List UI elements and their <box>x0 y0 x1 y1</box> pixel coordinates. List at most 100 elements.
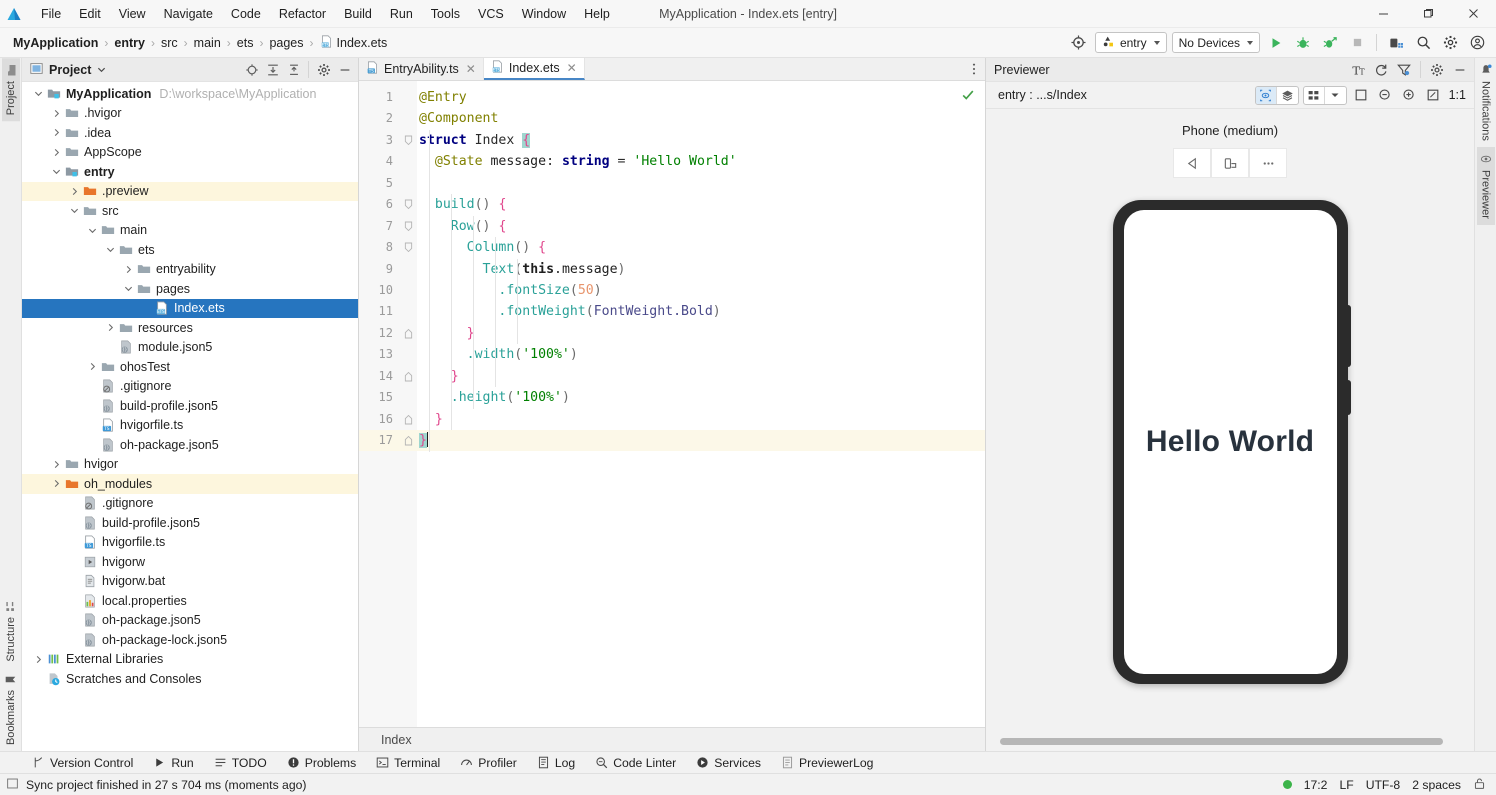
tree-item--idea[interactable]: .idea <box>22 123 358 143</box>
fold-toggle-icon[interactable] <box>399 323 417 344</box>
fold-toggle-icon[interactable] <box>399 237 417 258</box>
inspector-icon[interactable] <box>1256 87 1277 104</box>
select-opened-file-icon[interactable] <box>242 60 261 79</box>
tree-item-build-profile-json5[interactable]: {}build-profile.json5 <box>22 396 358 416</box>
tree-item-build-profile-json5[interactable]: {}build-profile.json5 <box>22 513 358 533</box>
tree-item-hvigor[interactable]: hvigor <box>22 455 358 475</box>
run-configuration-selector[interactable]: entry <box>1095 32 1167 53</box>
phone-screen[interactable]: Hello World <box>1124 210 1337 674</box>
tree-item-index-ets[interactable]: ETSIndex.ets <box>22 299 358 319</box>
tree-item-oh-package-json5[interactable]: {}oh-package.json5 <box>22 611 358 631</box>
rotate-icon[interactable] <box>1423 85 1443 105</box>
sidebar-tab-notifications[interactable]: Notifications <box>1477 58 1495 147</box>
settings-icon[interactable] <box>314 60 333 79</box>
device-manager-icon[interactable] <box>1385 32 1407 54</box>
tool-window-problems[interactable]: Problems <box>277 752 366 774</box>
fold-toggle-icon[interactable] <box>399 366 417 387</box>
line-separator[interactable]: LF <box>1339 778 1353 792</box>
hide-panel-icon[interactable] <box>1450 60 1470 80</box>
sidebar-tab-structure[interactable]: Structure <box>2 595 20 668</box>
tree-item-src[interactable]: src <box>22 201 358 221</box>
scrollbar-thumb[interactable] <box>1000 738 1443 745</box>
tree-item-oh-modules[interactable]: oh_modules <box>22 474 358 494</box>
minimize-button[interactable] <box>1361 0 1406 28</box>
refresh-icon[interactable] <box>1371 60 1391 80</box>
code-line[interactable]: } <box>417 409 985 430</box>
chevron-down-icon[interactable] <box>1325 87 1346 104</box>
code-line[interactable]: } <box>417 323 985 344</box>
breadcrumb-main[interactable]: main <box>191 35 224 51</box>
sidebar-tab-project[interactable]: Project <box>2 58 20 121</box>
breadcrumb-file[interactable]: ETS Index.ets <box>317 34 391 52</box>
zoom-in-icon[interactable] <box>1399 85 1419 105</box>
close-tab-icon[interactable]: ✕ <box>466 62 476 76</box>
tree-item-appscope[interactable]: AppScope <box>22 143 358 163</box>
menu-help[interactable]: Help <box>575 3 619 25</box>
close-tab-icon[interactable]: ✕ <box>567 61 577 75</box>
code-line[interactable]: @Component <box>417 108 985 129</box>
hide-panel-icon[interactable] <box>335 60 354 79</box>
code-line[interactable]: .fontSize(50) <box>417 280 985 301</box>
fit-icon[interactable] <box>1351 85 1371 105</box>
tree-item-resources[interactable]: resources <box>22 318 358 338</box>
tree-item-local-properties[interactable]: local.properties <box>22 591 358 611</box>
menu-code[interactable]: Code <box>222 3 270 25</box>
menu-run[interactable]: Run <box>381 3 422 25</box>
menu-navigate[interactable]: Navigate <box>155 3 222 25</box>
chevron-down-icon[interactable] <box>104 245 117 254</box>
tree-item-external-libraries[interactable]: External Libraries <box>22 650 358 670</box>
settings-icon[interactable] <box>1439 32 1461 54</box>
breadcrumb-src[interactable]: src <box>158 35 181 51</box>
file-encoding[interactable]: UTF-8 <box>1366 778 1401 792</box>
menu-view[interactable]: View <box>110 3 155 25</box>
chevron-right-icon[interactable] <box>50 479 63 488</box>
tool-window-profiler[interactable]: Profiler <box>450 752 527 774</box>
font-size-icon[interactable]: TT <box>1348 60 1368 80</box>
tree-item-hvigorfile-ts[interactable]: TShvigorfile.ts <box>22 416 358 436</box>
breadcrumb-pages[interactable]: pages <box>266 35 306 51</box>
editor-tab-index[interactable]: ETS Index.ets ✕ <box>484 58 585 80</box>
tree-item-oh-package-json5[interactable]: {}oh-package.json5 <box>22 435 358 455</box>
breadcrumb-ets[interactable]: ets <box>234 35 257 51</box>
chevron-right-icon[interactable] <box>122 265 135 274</box>
tree-item--gitignore[interactable]: .gitignore <box>22 377 358 397</box>
chevron-right-icon[interactable] <box>104 323 117 332</box>
code-line[interactable]: @Entry <box>417 87 985 108</box>
project-panel-dropdown-icon[interactable] <box>97 63 106 77</box>
device-selector[interactable]: No Devices <box>1172 32 1260 53</box>
code-line[interactable]: } <box>417 366 985 387</box>
code-line[interactable]: @State message: string = 'Hello World' <box>417 151 985 172</box>
rotate-device-icon[interactable] <box>1211 148 1249 178</box>
tree-item--hvigor[interactable]: .hvigor <box>22 104 358 124</box>
collapse-all-icon[interactable] <box>284 60 303 79</box>
stop-icon[interactable] <box>1346 32 1368 54</box>
tree-item-module-json5[interactable]: {}module.json5 <box>22 338 358 358</box>
fold-toggle-icon[interactable] <box>399 430 417 451</box>
search-everywhere-icon[interactable] <box>1412 32 1434 54</box>
code-line[interactable]: Column() { <box>417 237 985 258</box>
window-controls[interactable] <box>1361 0 1496 28</box>
tree-item-hvigorw[interactable]: hvigorw <box>22 552 358 572</box>
multi-device-icon[interactable] <box>1304 87 1325 104</box>
editor-tab-entryability[interactable]: TS EntryAbility.ts ✕ <box>359 58 484 80</box>
tool-window-previewerlog[interactable]: PreviewerLog <box>771 752 884 774</box>
more-vertical-icon[interactable] <box>963 58 985 80</box>
tree-item-oh-package-lock-json5[interactable]: {}oh-package-lock.json5 <box>22 630 358 650</box>
menu-tools[interactable]: Tools <box>422 3 469 25</box>
chevron-right-icon[interactable] <box>50 460 63 469</box>
chevron-right-icon[interactable] <box>50 128 63 137</box>
tool-window-terminal[interactable]: Terminal <box>366 752 450 774</box>
run-icon[interactable] <box>1265 32 1287 54</box>
expand-all-icon[interactable] <box>263 60 282 79</box>
tree-item-hvigorw-bat[interactable]: hvigorw.bat <box>22 572 358 592</box>
chevron-right-icon[interactable] <box>32 655 45 664</box>
chevron-right-icon[interactable] <box>68 187 81 196</box>
lock-icon[interactable] <box>1473 777 1486 793</box>
project-tree[interactable]: MyApplicationD:\workspace\MyApplication.… <box>22 82 358 751</box>
code-line[interactable]: } <box>417 430 985 451</box>
tree-item-entry[interactable]: entry <box>22 162 358 182</box>
tree-item-ohostest[interactable]: ohosTest <box>22 357 358 377</box>
sidebar-tab-bookmarks[interactable]: Bookmarks <box>2 668 20 751</box>
fold-toggle-icon[interactable] <box>399 216 417 237</box>
tool-window-log[interactable]: Log <box>527 752 585 774</box>
